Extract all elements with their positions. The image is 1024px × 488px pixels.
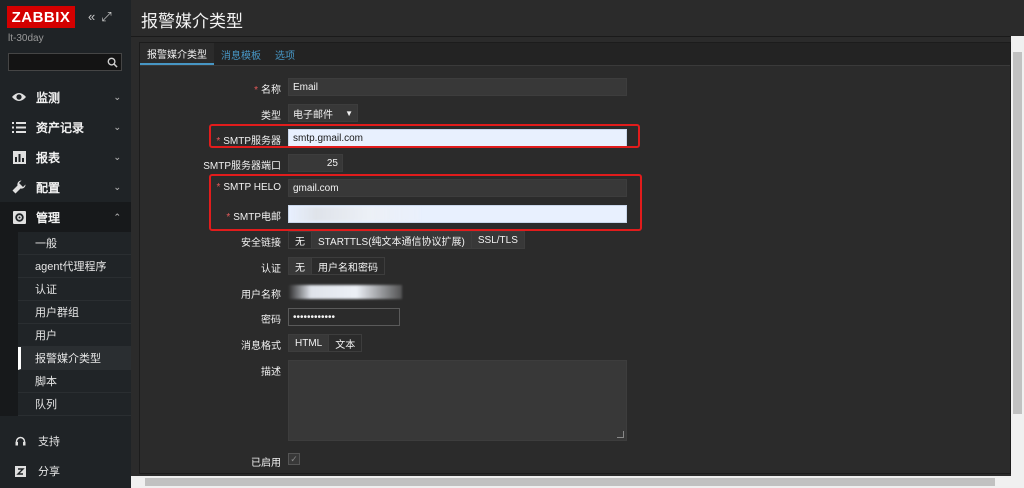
server-name: lt-30day: [8, 33, 44, 44]
support-label: 支持: [38, 436, 60, 448]
menu-item-label: 资产记录: [36, 120, 85, 135]
main-menu: 监测 ⌄ 资产记录 ⌄ 报表 ⌄ 配置 ⌄ 管理 ⌃ 一般 agent代理程序 …: [0, 82, 131, 416]
share-label: 分享: [38, 466, 60, 478]
description-textarea[interactable]: [288, 360, 627, 441]
horizontal-scrollbar-thumb[interactable]: [145, 478, 995, 486]
redacted-username-blur[interactable]: [288, 285, 402, 299]
chevron-up-icon: ⌃: [113, 212, 121, 222]
headset-icon: [12, 436, 28, 447]
search-box: [8, 53, 122, 71]
chevron-down-icon: ▼: [345, 108, 353, 118]
share-icon: [12, 465, 28, 477]
type-label: 类型: [261, 111, 281, 122]
security-option-starttls[interactable]: STARTTLS(纯文本通信协议扩展): [312, 232, 472, 248]
submenu-item-general[interactable]: 一般: [18, 232, 131, 255]
menu-item-administration[interactable]: 管理 ⌃: [0, 202, 131, 232]
highlight-box-smtp-server: [209, 124, 640, 148]
menu-item-inventory[interactable]: 资产记录 ⌄: [0, 112, 131, 142]
form-row-security: 安全链接 无 STARTTLS(纯文本通信协议扩展) SSL/TLS: [140, 231, 1010, 251]
form-row-smtp-port: SMTP服务器端口 25: [140, 154, 1010, 174]
gear-icon: [10, 210, 28, 224]
auth-options: 无 用户名和密码: [288, 257, 385, 275]
description-label: 描述: [261, 367, 281, 378]
message-format-label: 消息格式: [241, 341, 281, 352]
submenu-item-proxies[interactable]: agent代理程序: [18, 255, 131, 278]
smtp-port-label: SMTP服务器端口: [203, 161, 281, 172]
enabled-checkbox[interactable]: ✓: [288, 453, 300, 465]
chevron-down-icon: ⌄: [113, 152, 121, 162]
form-row-message-format: 消息格式 HTML 文本: [140, 334, 1010, 354]
name-input[interactable]: Email: [288, 78, 627, 96]
message-format-option-text[interactable]: 文本: [329, 335, 362, 351]
resize-handle-icon[interactable]: [617, 431, 624, 438]
message-format-option-html[interactable]: HTML: [289, 335, 330, 351]
support-link[interactable]: 支持: [0, 426, 131, 456]
security-option-ssl-tls[interactable]: SSL/TLS: [471, 232, 524, 248]
chevron-down-icon: ⌄: [113, 92, 121, 102]
chevron-down-icon: ⌄: [113, 122, 121, 132]
menu-item-label: 报表: [36, 150, 61, 165]
form-row-enabled: 已启用 ✓: [140, 451, 1010, 471]
page-header: 报警媒介类型: [131, 0, 1024, 37]
menu-item-reports[interactable]: 报表 ⌄: [0, 142, 131, 172]
menu-item-label: 监测: [36, 90, 61, 105]
wrench-icon: [10, 180, 28, 194]
bar-chart-icon: [10, 150, 28, 164]
menu-item-monitoring[interactable]: 监测 ⌄: [0, 82, 131, 112]
eye-icon: [10, 91, 28, 103]
sidebar-controls: « ⤢: [88, 9, 112, 25]
sidebar: ZABBIX « ⤢ lt-30day 监测 ⌄ 资产记录 ⌄ 报表 ⌄ 配置 …: [0, 0, 131, 488]
tab-media-type[interactable]: 报警媒介类型: [140, 43, 214, 65]
media-type-form-panel: 报警媒介类型 消息模板 选项 * 名称 Email 类型 电子邮件 ▼ * SMTP…: [139, 42, 1011, 474]
form-tabs: 报警媒介类型 消息模板 选项: [140, 43, 1010, 66]
sidebar-bottom-links: 支持 分享: [0, 426, 131, 486]
submenu-item-media-types[interactable]: 报警媒介类型: [18, 347, 131, 370]
enabled-label: 已启用: [251, 458, 281, 469]
form-row-description: 描述: [140, 360, 1010, 441]
vertical-scrollbar-thumb[interactable]: [1013, 52, 1022, 414]
zabbix-logo[interactable]: ZABBIX: [7, 6, 75, 28]
submenu-item-users[interactable]: 用户: [18, 324, 131, 347]
tab-message-templates[interactable]: 消息模板: [214, 43, 268, 65]
auth-option-none[interactable]: 无: [289, 258, 312, 274]
vertical-scrollbar[interactable]: [1011, 36, 1024, 476]
chevron-down-icon: ⌄: [113, 182, 121, 192]
username-label: 用户名称: [241, 290, 281, 301]
form-row-name: * 名称 Email: [140, 78, 1010, 98]
security-options: 无 STARTTLS(纯文本通信协议扩展) SSL/TLS: [288, 231, 525, 249]
kiosk-mode-icon[interactable]: ⤢: [101, 9, 111, 25]
message-format-options: HTML 文本: [288, 334, 363, 352]
submenu-item-authentication[interactable]: 认证: [18, 278, 131, 301]
auth-label: 认证: [261, 264, 281, 275]
submenu-item-scripts[interactable]: 脚本: [18, 370, 131, 393]
administration-submenu: 一般 agent代理程序 认证 用户群组 用户 报警媒介类型 脚本 队列: [0, 232, 131, 416]
share-link[interactable]: 分享: [0, 456, 131, 486]
search-input[interactable]: [9, 54, 109, 70]
highlight-box-smtp-helo-email: [209, 174, 642, 231]
collapse-sidebar-icon[interactable]: «: [88, 9, 95, 25]
security-label: 安全链接: [241, 238, 281, 249]
form-row-username: 用户名称: [140, 283, 1010, 303]
type-select-value: 电子邮件: [293, 109, 333, 121]
menu-item-configuration[interactable]: 配置 ⌄: [0, 172, 131, 202]
menu-item-label: 配置: [36, 180, 61, 195]
form-row-authentication: 认证 无 用户名和密码: [140, 257, 1010, 277]
type-select[interactable]: 电子邮件 ▼: [288, 104, 358, 122]
horizontal-scrollbar[interactable]: [131, 476, 1024, 488]
checkmark-icon: ✓: [290, 453, 298, 464]
submenu-item-queue[interactable]: 队列: [18, 393, 131, 416]
form-row-type: 类型 电子邮件 ▼: [140, 104, 1010, 124]
name-label: * 名称: [254, 85, 281, 96]
submenu-item-user-groups[interactable]: 用户群组: [18, 301, 131, 324]
password-input[interactable]: ••••••••••••: [288, 308, 400, 326]
auth-option-username-password[interactable]: 用户名和密码: [312, 258, 384, 274]
menu-item-label: 管理: [36, 210, 61, 225]
page-title: 报警媒介类型: [141, 12, 243, 31]
form-row-password: 密码 ••••••••••••: [140, 308, 1010, 328]
password-label: 密码: [261, 315, 281, 326]
tab-options[interactable]: 选项: [268, 43, 302, 65]
smtp-port-input[interactable]: 25: [288, 154, 343, 172]
list-icon: [10, 121, 28, 133]
security-option-none[interactable]: 无: [289, 232, 312, 248]
